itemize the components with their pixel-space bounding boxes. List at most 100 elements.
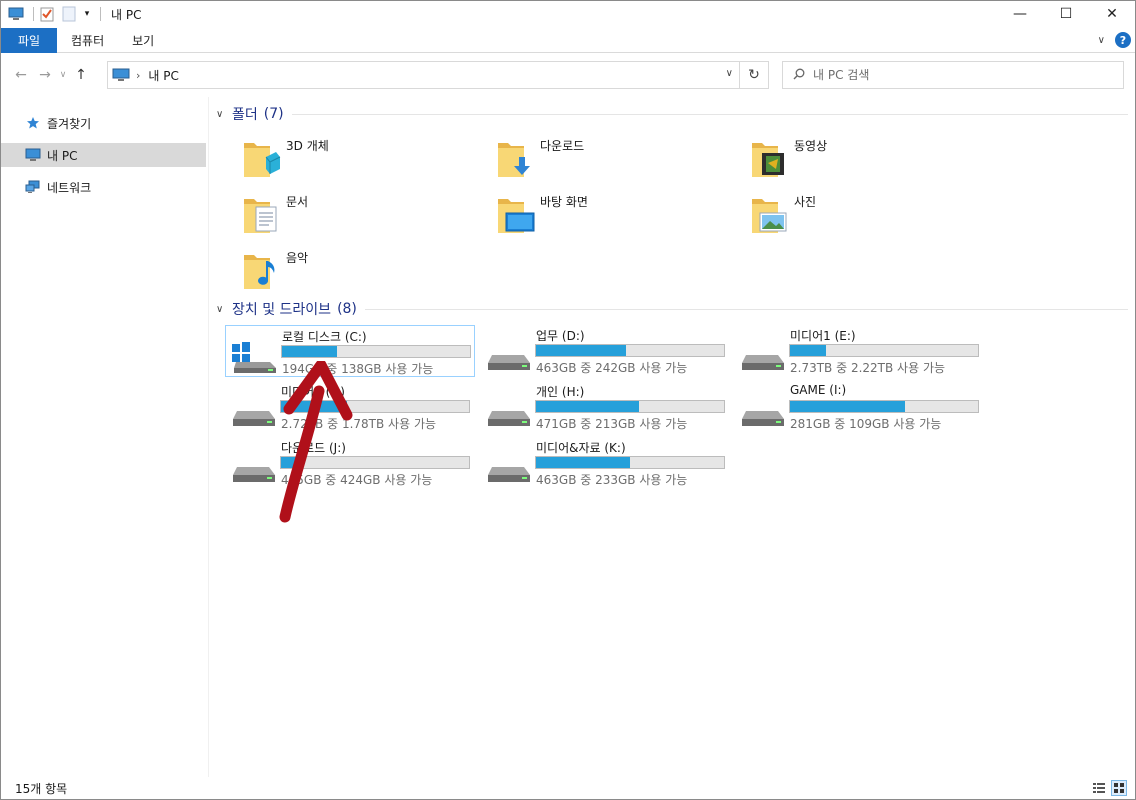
maximize-button[interactable]: ☐ bbox=[1043, 1, 1089, 27]
hard-drive-icon bbox=[488, 355, 530, 370]
drive-free-space: 463GB 중 233GB 사용 가능 bbox=[536, 473, 688, 487]
folder-item[interactable]: 다운로드 bbox=[488, 135, 738, 185]
search-input[interactable] bbox=[813, 68, 1113, 82]
drives-group-header[interactable]: ∨ 장치 및 드라이브 (8) bbox=[216, 298, 1128, 320]
view-toggle-group bbox=[1091, 780, 1127, 796]
drive-usage-bar bbox=[280, 456, 470, 469]
title-bar: ▾ 내 PC — ☐ ✕ bbox=[1, 1, 1135, 27]
drive-name: 미디어&자료 (K:) bbox=[536, 441, 626, 455]
folder-item[interactable]: 3D 개체 bbox=[234, 135, 484, 185]
folder-item[interactable]: 사진 bbox=[742, 191, 992, 241]
folder-name: 문서 bbox=[286, 195, 309, 209]
tab-view[interactable]: 보기 bbox=[118, 28, 168, 53]
back-arrow-icon[interactable]: ← bbox=[9, 63, 33, 87]
drive-name: 로컬 디스크 (C:) bbox=[282, 330, 367, 344]
drive-name: 미디어1 (E:) bbox=[790, 329, 856, 343]
item-count: 15개 항목 bbox=[15, 781, 68, 796]
drive-free-space: 2.72TB 중 1.78TB 사용 가능 bbox=[281, 417, 437, 431]
quick-access-toolbar: ▾ 내 PC bbox=[1, 1, 141, 27]
close-button[interactable]: ✕ bbox=[1089, 1, 1135, 27]
file-explorer-window: ▾ 내 PC — ☐ ✕ 파일 컴퓨터 보기 ∨ ? ← → ∨ ↑ › 내 P… bbox=[0, 0, 1136, 800]
drive-usage-bar bbox=[535, 456, 725, 469]
customize-dropdown-icon[interactable]: ▾ bbox=[82, 5, 92, 23]
documents-folder-icon bbox=[244, 199, 277, 233]
search-icon bbox=[793, 68, 805, 83]
hard-drive-icon bbox=[488, 411, 530, 426]
navigation-pane: 즐겨찾기 내 PC 네트워크 bbox=[1, 97, 209, 777]
folders-group-header[interactable]: ∨ 폴더 (7) bbox=[216, 103, 1128, 125]
folder-item[interactable]: 동영상 bbox=[742, 135, 992, 185]
videos-folder-icon bbox=[752, 143, 784, 177]
sidebar-item-network[interactable]: 네트워크 bbox=[1, 175, 206, 199]
folder-item[interactable]: 바탕 화면 bbox=[488, 191, 738, 241]
drive-free-space: 194GB 중 138GB 사용 가능 bbox=[282, 362, 434, 376]
drive-name: 개인 (H:) bbox=[536, 385, 585, 399]
drive-usage-bar bbox=[789, 400, 979, 413]
ribbon-tabs: 파일 컴퓨터 보기 ∨ ? bbox=[1, 27, 1135, 53]
group-title: 장치 및 드라이브 bbox=[232, 302, 332, 318]
new-folder-icon[interactable] bbox=[60, 5, 78, 23]
drive-name: GAME (I:) bbox=[790, 383, 847, 397]
breadcrumb-item[interactable]: 내 PC bbox=[148, 67, 178, 84]
address-dropdown-icon[interactable]: ∨ bbox=[726, 68, 733, 79]
drive-free-space: 463GB 중 242GB 사용 가능 bbox=[536, 361, 688, 375]
folder-name: 음악 bbox=[286, 251, 309, 265]
network-icon bbox=[25, 179, 41, 195]
folder-name: 바탕 화면 bbox=[540, 195, 588, 209]
folder-item[interactable]: 음악 bbox=[234, 247, 484, 297]
drive-item[interactable]: 미디어2 (F:) 2.72TB 중 1.78TB 사용 가능 bbox=[225, 381, 475, 433]
search-box[interactable] bbox=[782, 61, 1124, 89]
toolbar-divider bbox=[100, 7, 101, 21]
3d-objects-folder-icon bbox=[244, 143, 281, 177]
tab-computer[interactable]: 컴퓨터 bbox=[57, 28, 118, 53]
recent-locations-chevron-icon[interactable]: ∨ bbox=[57, 63, 69, 87]
group-title: 폴더 bbox=[232, 107, 258, 123]
tab-file[interactable]: 파일 bbox=[1, 27, 57, 53]
system-drive-icon bbox=[232, 342, 276, 373]
drive-item[interactable]: GAME (I:) 281GB 중 109GB 사용 가능 bbox=[734, 381, 984, 433]
downloads-folder-icon bbox=[498, 143, 530, 177]
drive-name: 미디어2 (F:) bbox=[281, 385, 345, 399]
folder-name: 사진 bbox=[794, 195, 817, 209]
music-folder-icon bbox=[244, 255, 275, 289]
folder-name: 3D 개체 bbox=[286, 139, 329, 153]
drive-item[interactable]: 미디어&자료 (K:) 463GB 중 233GB 사용 가능 bbox=[480, 437, 730, 489]
computer-icon bbox=[7, 5, 25, 23]
drive-item[interactable]: 로컬 디스크 (C:) 194GB 중 138GB 사용 가능 bbox=[225, 325, 475, 377]
drive-item[interactable]: 업무 (D:) 463GB 중 242GB 사용 가능 bbox=[480, 325, 730, 377]
drive-name: 다운로드 (J:) bbox=[281, 441, 346, 455]
tiles-view-icon[interactable] bbox=[1111, 780, 1127, 796]
collapse-chevron-icon[interactable]: ∨ bbox=[216, 109, 232, 120]
drive-usage-bar bbox=[535, 344, 725, 357]
window-title: 내 PC bbox=[111, 7, 142, 22]
drive-item[interactable]: 다운로드 (J:) 465GB 중 424GB 사용 가능 bbox=[225, 437, 475, 489]
details-view-icon[interactable] bbox=[1091, 780, 1107, 796]
minimize-button[interactable]: — bbox=[997, 1, 1043, 27]
computer-icon bbox=[112, 68, 130, 81]
help-icon[interactable]: ? bbox=[1115, 32, 1131, 48]
drive-free-space: 2.73TB 중 2.22TB 사용 가능 bbox=[790, 361, 946, 375]
breadcrumb-chevron-icon[interactable]: › bbox=[136, 69, 140, 82]
forward-arrow-icon[interactable]: → bbox=[33, 63, 57, 87]
address-bar[interactable]: › 내 PC ∨ bbox=[107, 61, 740, 89]
drive-item[interactable]: 개인 (H:) 471GB 중 213GB 사용 가능 bbox=[480, 381, 730, 433]
window-controls: — ☐ ✕ bbox=[997, 1, 1135, 27]
hard-drive-icon bbox=[488, 467, 530, 482]
drive-free-space: 471GB 중 213GB 사용 가능 bbox=[536, 417, 688, 431]
collapse-chevron-icon[interactable]: ∨ bbox=[216, 304, 232, 315]
up-arrow-icon[interactable]: ↑ bbox=[69, 63, 93, 87]
hard-drive-icon bbox=[233, 467, 275, 482]
refresh-button[interactable]: ↻ bbox=[740, 61, 769, 89]
group-divider bbox=[364, 308, 1128, 310]
sidebar-item-quick-access[interactable]: 즐겨찾기 bbox=[1, 111, 206, 135]
properties-checkmark-icon[interactable] bbox=[38, 5, 56, 23]
folder-item[interactable]: 문서 bbox=[234, 191, 484, 241]
content-pane: ∨ 폴더 (7) 3D 개체 다운로드 동영상 문서 바탕 화면 사진 음악 ∨… bbox=[210, 97, 1135, 777]
hard-drive-icon bbox=[742, 411, 784, 426]
sidebar-item-label: 내 PC bbox=[47, 148, 78, 163]
drive-item[interactable]: 미디어1 (E:) 2.73TB 중 2.22TB 사용 가능 bbox=[734, 325, 984, 377]
pictures-folder-icon bbox=[752, 199, 787, 233]
expand-ribbon-chevron-icon[interactable]: ∨ bbox=[1098, 35, 1105, 46]
sidebar-item-this-pc[interactable]: 내 PC bbox=[1, 143, 206, 167]
drive-free-space: 281GB 중 109GB 사용 가능 bbox=[790, 417, 942, 431]
